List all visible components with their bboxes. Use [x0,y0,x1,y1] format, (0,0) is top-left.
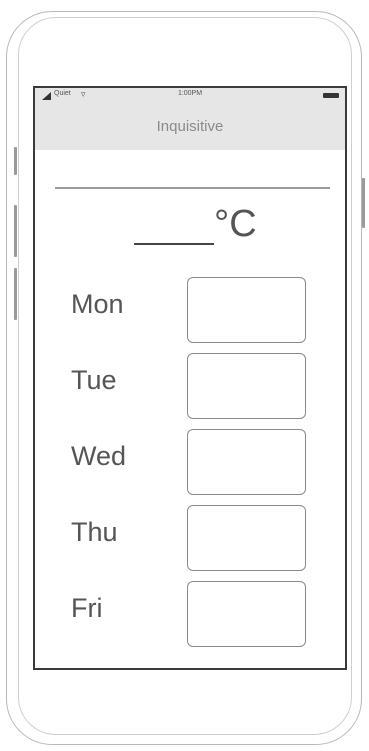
phone-mockup: Quiet ▿ 1:00PM Inquisitive °C Mon Tue We… [0,0,369,751]
volume-up-button [14,205,17,257]
app-title: Inquisitive [156,118,224,135]
day-input-mon[interactable] [187,277,306,343]
battery-icon [323,93,339,98]
mute-switch [14,147,17,175]
day-input-tue[interactable] [187,353,306,419]
day-input-wed[interactable] [187,429,306,495]
day-label-thu: Thu [71,517,118,547]
day-input-fri[interactable] [187,581,306,647]
day-label-mon: Mon [71,289,124,319]
temperature-unit: °C [214,203,257,245]
day-label-fri: Fri [71,593,103,623]
divider-line [55,187,330,189]
temperature-value-field[interactable] [134,243,214,245]
day-label-wed: Wed [71,441,127,471]
phone-screen: Quiet ▿ 1:00PM Inquisitive °C Mon Tue We… [33,86,347,670]
status-time: 1:00PM [177,90,203,97]
day-label-tue: Tue [71,365,117,395]
day-input-thu[interactable] [187,505,306,571]
status-bar: Quiet ▿ 1:00PM Inquisitive [35,88,345,150]
volume-down-button [14,268,17,320]
power-button [362,178,365,228]
